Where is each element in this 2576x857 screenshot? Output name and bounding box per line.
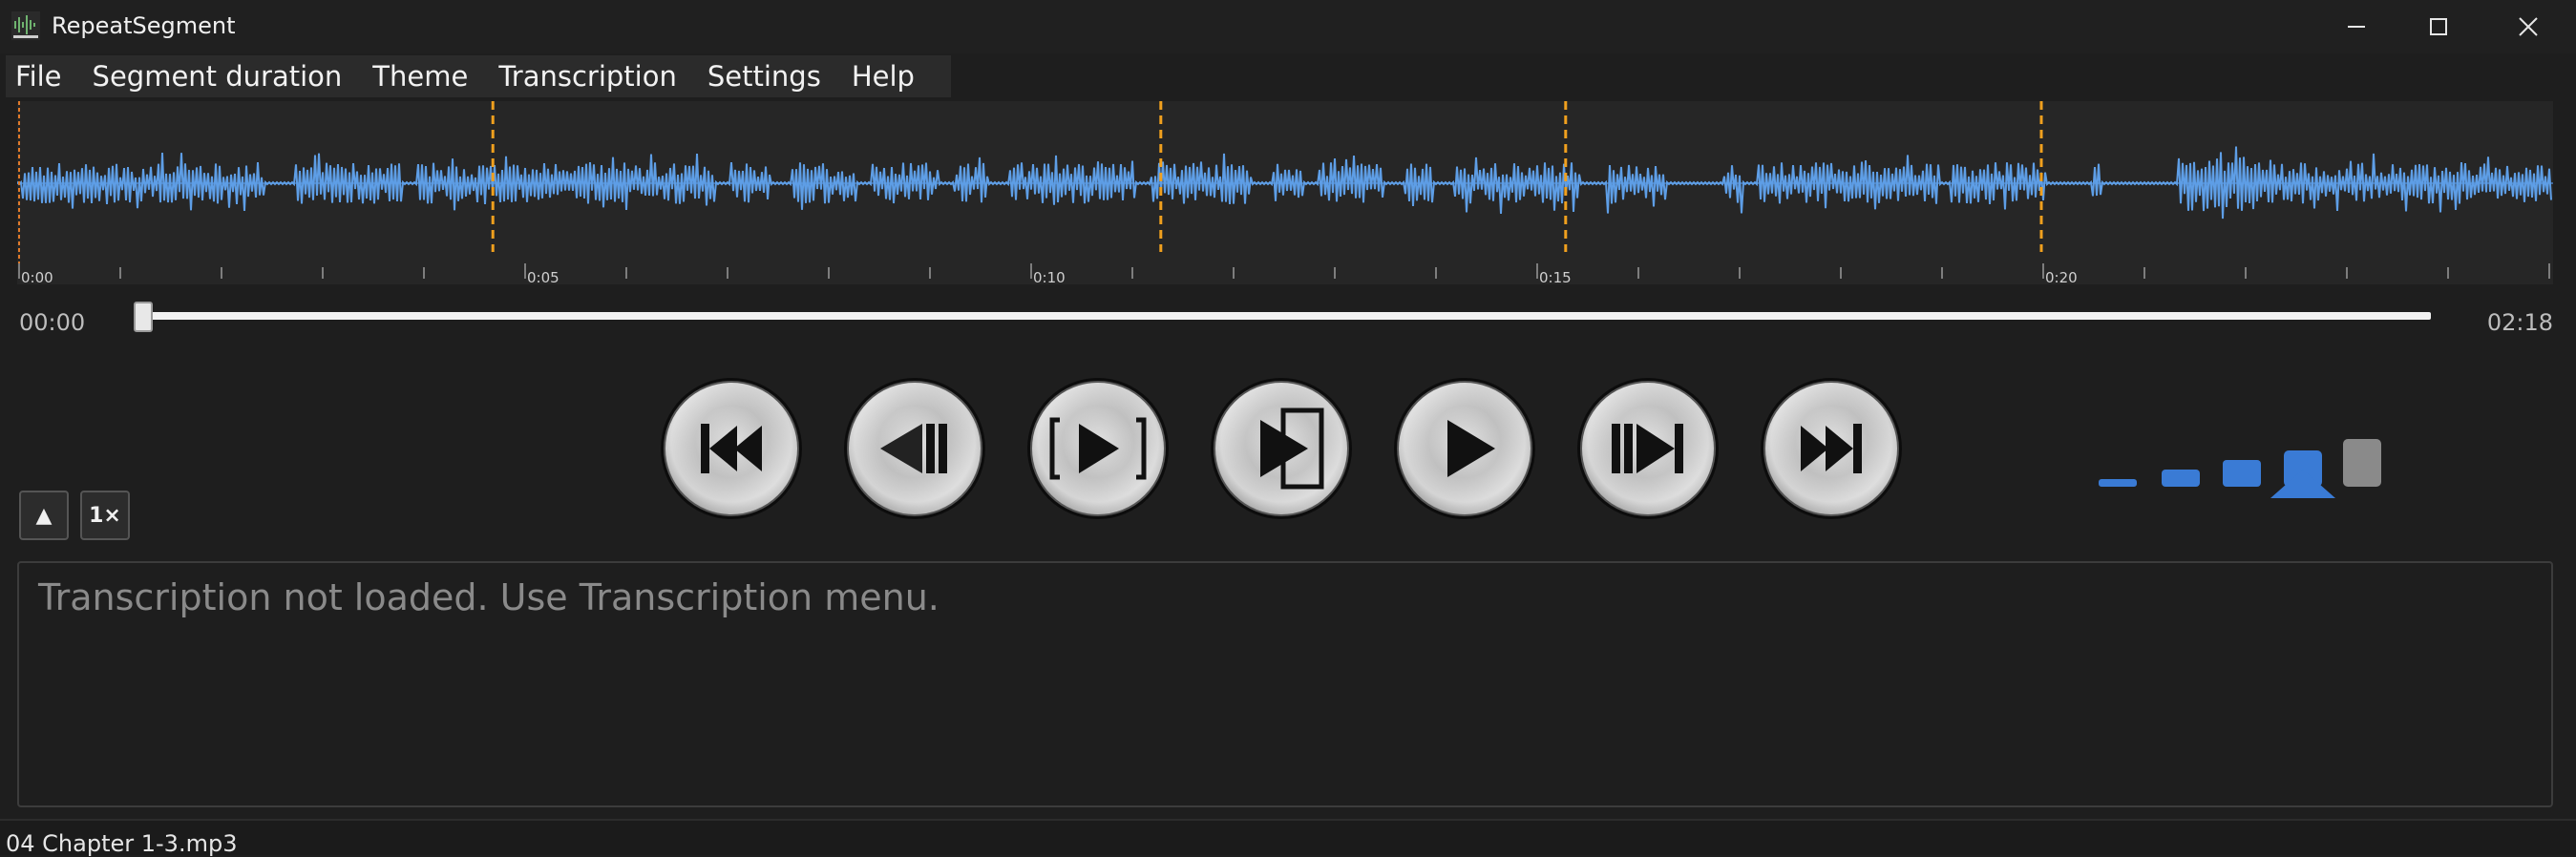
close-button[interactable] <box>2484 0 2572 53</box>
transport-controls <box>659 376 1911 521</box>
waveform-trace <box>17 146 2552 219</box>
tick-label-0: 0:00 <box>21 269 53 284</box>
tick-label-3: 0:15 <box>1539 269 1572 284</box>
speed-button[interactable]: 1× <box>80 491 130 540</box>
segment-size-selector <box>2097 437 2383 504</box>
previous-segment-button[interactable] <box>842 376 987 521</box>
collapse-button[interactable]: ▲ <box>19 491 69 540</box>
total-time: 02:18 <box>2486 309 2553 336</box>
previous-segment-icon <box>843 377 986 520</box>
status-bar: 04 Chapter 1-3.mp3 <box>0 819 2576 857</box>
seek-slider-thumb[interactable] <box>134 302 153 332</box>
waveform-canvas[interactable]: 0:00 0:05 0:10 0:15 0:20 <box>17 101 2553 284</box>
size-s-icon[interactable] <box>2162 470 2200 487</box>
maximize-icon <box>2430 18 2447 35</box>
size-xs-icon[interactable] <box>2099 479 2137 487</box>
waveform-view[interactable]: 0:00 0:05 0:10 0:15 0:20 <box>17 101 2553 284</box>
go-to-end-icon <box>1760 377 1903 520</box>
size-l-icon[interactable] <box>2270 450 2335 498</box>
go-to-end-button[interactable] <box>1759 376 1904 521</box>
transcription-area[interactable]: Transcription not loaded. Use Transcript… <box>17 561 2553 807</box>
menu-segment-duration[interactable]: Segment duration <box>77 55 358 97</box>
close-icon <box>2519 17 2538 36</box>
repeat-segment-icon <box>1026 377 1170 520</box>
transcription-placeholder: Transcription not loaded. Use Transcript… <box>38 576 940 618</box>
play-to-segment-end-icon <box>1210 377 1353 520</box>
size-xl-icon[interactable] <box>2343 439 2381 487</box>
repeat-segment-button[interactable] <box>1025 376 1171 521</box>
tick-label-2: 0:10 <box>1033 269 1066 284</box>
minimize-button[interactable] <box>2312 0 2400 53</box>
triangle-up-icon: ▲ <box>35 503 53 528</box>
play-button[interactable] <box>1392 376 1537 521</box>
seek-slider-track[interactable] <box>139 312 2431 320</box>
next-segment-button[interactable] <box>1575 376 1721 521</box>
size-m-icon[interactable] <box>2223 460 2261 487</box>
menu-bar: File Segment duration Theme Transcriptio… <box>6 55 951 97</box>
current-time: 00:00 <box>19 309 86 336</box>
tick-label-1: 0:05 <box>527 269 560 284</box>
segment-size-icons <box>2099 439 2381 498</box>
speed-label: 1× <box>89 503 121 528</box>
minimize-icon <box>2348 26 2365 28</box>
app-waveform-icon <box>11 11 40 40</box>
menu-transcription[interactable]: Transcription <box>483 55 692 97</box>
title-bar: RepeatSegment <box>0 0 2576 53</box>
menu-help[interactable]: Help <box>836 55 930 97</box>
go-to-start-icon <box>660 377 803 520</box>
menu-file[interactable]: File <box>6 55 77 97</box>
menu-theme[interactable]: Theme <box>357 55 483 97</box>
play-to-segment-end-button[interactable] <box>1209 376 1354 521</box>
maximize-button[interactable] <box>2395 0 2482 53</box>
window-title: RepeatSegment <box>52 12 236 39</box>
menu-settings[interactable]: Settings <box>692 55 836 97</box>
go-to-start-button[interactable] <box>659 376 804 521</box>
play-icon <box>1393 377 1536 520</box>
time-axis <box>18 263 2550 279</box>
tick-label-4: 0:20 <box>2045 269 2078 284</box>
next-segment-icon <box>1576 377 1720 520</box>
